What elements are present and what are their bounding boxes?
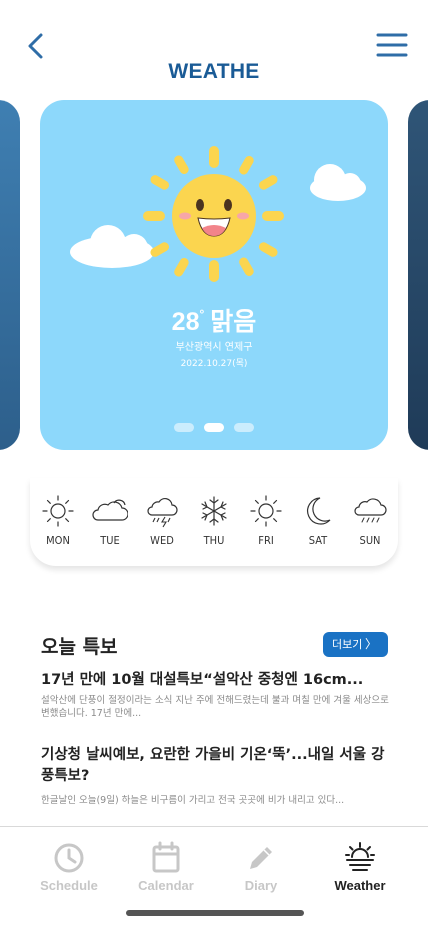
forecast-day-thu[interactable]: THU	[189, 494, 239, 547]
temperature-value: 28	[171, 308, 200, 336]
tab-calendar[interactable]: Calendar	[126, 841, 206, 893]
chevron-left-icon	[28, 33, 43, 59]
carousel-dot-active[interactable]	[204, 423, 224, 432]
more-button-label: 더보기	[332, 638, 363, 651]
tab-label: Weather	[334, 878, 386, 893]
weekly-forecast: MON TUE WED THU FRI SAT SUN	[30, 478, 398, 566]
hamburger-menu-icon	[376, 33, 408, 57]
sun-icon	[42, 495, 74, 527]
tab-label: Schedule	[40, 878, 98, 893]
news-headline: 17년 만에 10월 대설특보“설악산 중청엔 16cm...	[41, 672, 364, 688]
forecast-day-mon[interactable]: MON	[33, 494, 83, 547]
degree-symbol: °	[199, 307, 205, 321]
pencil-icon	[250, 847, 272, 869]
forecast-day-tue[interactable]: TUE	[85, 494, 135, 547]
more-button[interactable]: 더보기 〉	[323, 632, 388, 657]
carousel-dot[interactable]	[234, 423, 254, 432]
menu-button[interactable]	[376, 30, 408, 60]
forecast-day-label: SUN	[359, 534, 381, 547]
chevron-right-icon: 〉	[364, 637, 377, 651]
next-weather-card[interactable]	[408, 100, 428, 450]
sun-icon	[250, 495, 282, 527]
temperature-and-condition: 28° 맑음	[40, 302, 388, 338]
thunderstorm-icon	[147, 497, 178, 528]
forecast-day-wed[interactable]: WED	[137, 494, 187, 547]
forecast-day-label: TUE	[100, 534, 120, 547]
forecast-day-label: WED	[150, 534, 174, 547]
news-item[interactable]: 기상청 날씨예보, 요란한 가을비 기온‘뚝’...내일 서울 강풍특보? 한글…	[41, 745, 391, 807]
news-snippet: 한글날인 오늘(9일) 하늘은 비구름이 가리고 전국 곳곳에 비가 내리고 있…	[41, 795, 345, 806]
carousel-indicator	[40, 423, 388, 432]
location-label: 부산광역시 연제구	[175, 342, 253, 353]
cloud-icon	[92, 499, 128, 521]
tab-diary[interactable]: Diary	[221, 841, 301, 893]
news-headline: 기상청 날씨예보, 요란한 가을비 기온‘뚝’...내일 서울 강풍특보?	[41, 747, 385, 784]
snowflake-icon	[201, 496, 227, 526]
top-bar: WEATHE	[0, 0, 428, 95]
forecast-day-label: THU	[203, 534, 225, 547]
forecast-day-fri[interactable]: FRI	[241, 494, 291, 547]
news-snippet: 설악산에 단풍이 절정이라는 소식 지난 주에 전해드렸는데 불과 며칠 만에 …	[41, 695, 389, 719]
page-title: WEATHE	[168, 60, 260, 83]
tab-schedule[interactable]: Schedule	[29, 841, 109, 893]
carousel-dot[interactable]	[174, 423, 194, 432]
moon-icon	[307, 497, 331, 525]
forecast-day-label: MON	[46, 534, 70, 547]
tab-label: Diary	[244, 878, 278, 893]
calendar-icon	[152, 841, 180, 873]
tab-weather[interactable]: Weather	[320, 841, 400, 893]
tab-label: Calendar	[138, 878, 194, 893]
news-section-title: 오늘 특보	[41, 636, 118, 658]
news-item[interactable]: 17년 만에 10월 대설특보“설악산 중청엔 16cm... 설악산에 단풍이…	[41, 670, 391, 720]
rain-cloud-icon	[354, 498, 387, 523]
smiling-sun-icon	[70, 146, 366, 282]
current-weather-card[interactable]: 28° 맑음 부산광역시 연제구 2022.10.27(목)	[40, 100, 388, 450]
date-label: 2022.10.27(목)	[180, 359, 248, 369]
sunset-icon	[345, 842, 375, 871]
back-button[interactable]	[22, 30, 52, 62]
forecast-day-label: FRI	[258, 534, 274, 547]
forecast-day-label: SAT	[308, 534, 328, 547]
clock-icon	[54, 843, 84, 873]
forecast-day-sun[interactable]: SUN	[345, 494, 395, 547]
previous-weather-card[interactable]	[0, 100, 20, 450]
home-indicator	[126, 910, 304, 916]
forecast-day-sat[interactable]: SAT	[293, 494, 343, 547]
weather-condition: 맑음	[210, 308, 257, 336]
